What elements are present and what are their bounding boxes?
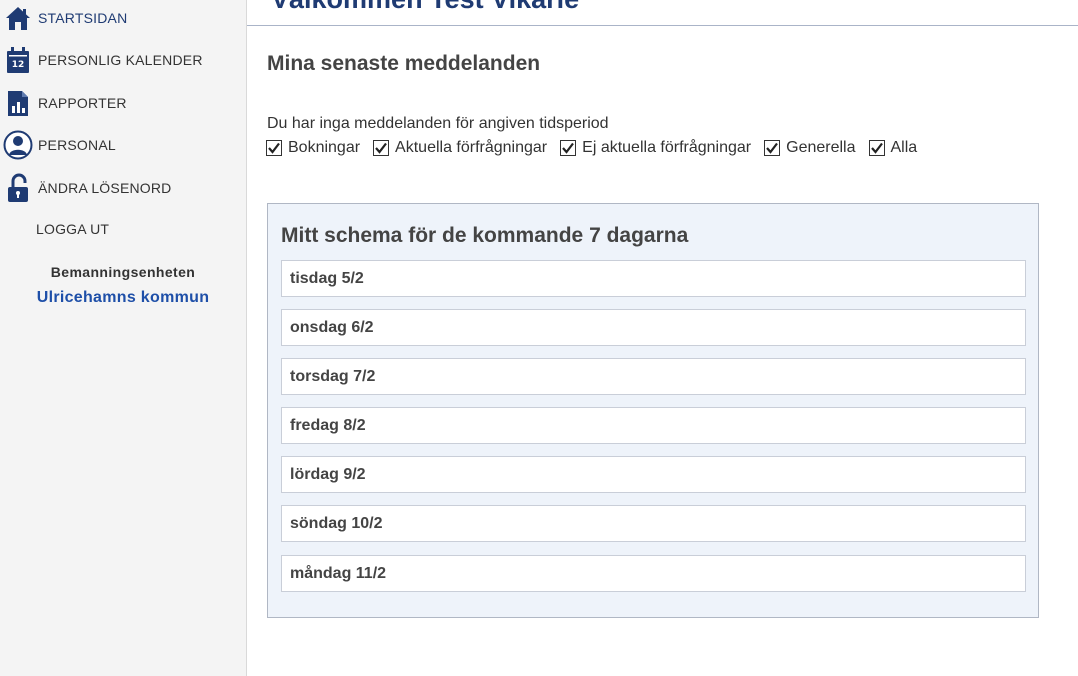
report-icon bbox=[3, 88, 33, 118]
sidebar-item-label: STARTSIDAN bbox=[38, 10, 128, 26]
sidebar-item-label: PERSONAL bbox=[38, 137, 116, 153]
calendar-icon: 12 bbox=[3, 45, 33, 75]
filter-aktuella-forfragningar[interactable]: Aktuella förfrågningar bbox=[373, 139, 547, 157]
unlock-icon bbox=[3, 173, 33, 203]
messages-title: Mina senaste meddelanden bbox=[267, 52, 541, 75]
filter-label: Generella bbox=[786, 139, 856, 156]
schedule-day-row[interactable]: tisdag 5/2 bbox=[281, 260, 1026, 297]
home-icon bbox=[3, 3, 33, 33]
org-name-link[interactable]: Ulricehamns kommun bbox=[0, 289, 246, 307]
sidebar-item-personal[interactable]: PERSONAL bbox=[0, 127, 246, 163]
day-label: söndag 10/2 bbox=[290, 515, 383, 532]
schedule-day-row[interactable]: söndag 10/2 bbox=[281, 505, 1026, 542]
checkbox-checked-icon[interactable] bbox=[266, 140, 282, 156]
filter-alla[interactable]: Alla bbox=[868, 139, 918, 157]
filter-label: Aktuella förfrågningar bbox=[395, 139, 548, 156]
day-label: tisdag 5/2 bbox=[290, 270, 364, 287]
page-title: Välkommen Test Vikarie bbox=[271, 0, 579, 15]
sidebar-item-label: LOGGA UT bbox=[36, 221, 110, 237]
app-root: STARTSIDAN 12 PERSONLIG KALENDER RAPPORT… bbox=[0, 0, 1078, 676]
sidebar-item-label: PERSONLIG KALENDER bbox=[38, 52, 203, 68]
page-header: Välkommen Test Vikarie bbox=[247, 0, 1078, 26]
sidebar-item-rapporter[interactable]: RAPPORTER bbox=[0, 85, 246, 121]
schedule-day-row[interactable]: måndag 11/2 bbox=[281, 555, 1026, 592]
sidebar: STARTSIDAN 12 PERSONLIG KALENDER RAPPORT… bbox=[0, 0, 247, 676]
schedule-panel: Mitt schema för de kommande 7 dagarna ti… bbox=[267, 203, 1039, 618]
person-icon bbox=[3, 130, 33, 160]
filter-bokningar[interactable]: Bokningar bbox=[266, 139, 360, 157]
checkbox-checked-icon[interactable] bbox=[373, 140, 390, 156]
sidebar-item-startsidan[interactable]: STARTSIDAN bbox=[0, 0, 246, 36]
checkbox-checked-icon[interactable] bbox=[868, 140, 885, 156]
message-filters: Bokningar Aktuella förfrågningar Ej aktu… bbox=[266, 137, 930, 159]
checkbox-checked-icon[interactable] bbox=[560, 140, 577, 156]
day-label: torsdag 7/2 bbox=[290, 368, 376, 385]
day-label: onsdag 6/2 bbox=[290, 319, 374, 336]
sidebar-item-label: ÄNDRA LÖSENORD bbox=[38, 180, 172, 196]
sidebar-item-andra-losenord[interactable]: ÄNDRA LÖSENORD bbox=[0, 170, 246, 206]
day-label: måndag 11/2 bbox=[290, 565, 387, 582]
day-label: lördag 9/2 bbox=[290, 466, 366, 483]
sidebar-item-logga-ut[interactable]: LOGGA UT bbox=[0, 211, 246, 247]
filter-label: Alla bbox=[890, 139, 918, 156]
filter-label: Ej aktuella förfrågningar bbox=[582, 139, 752, 156]
schedule-day-row[interactable]: torsdag 7/2 bbox=[281, 358, 1026, 395]
schedule-day-row[interactable]: fredag 8/2 bbox=[281, 407, 1026, 444]
day-label: fredag 8/2 bbox=[290, 417, 366, 434]
messages-empty-text: Du har inga meddelanden för angiven tids… bbox=[267, 115, 609, 132]
filter-label: Bokningar bbox=[288, 139, 361, 156]
sidebar-item-label: RAPPORTER bbox=[38, 95, 127, 111]
schedule-day-row[interactable]: onsdag 6/2 bbox=[281, 309, 1026, 346]
filter-generella[interactable]: Generella bbox=[764, 139, 856, 157]
schedule-title: Mitt schema för de kommande 7 dagarna bbox=[281, 224, 689, 247]
org-unit-label: Bemanningsenheten bbox=[50, 264, 196, 280]
main-content: Välkommen Test Vikarie Mina senaste medd… bbox=[247, 0, 1078, 676]
calendar-icon-number: 12 bbox=[12, 60, 25, 70]
filter-ej-aktuella-forfragningar[interactable]: Ej aktuella förfrågningar bbox=[560, 139, 751, 157]
schedule-day-row[interactable]: lördag 9/2 bbox=[281, 456, 1026, 493]
sidebar-item-personlig-kalender[interactable]: 12 PERSONLIG KALENDER bbox=[0, 42, 246, 78]
checkbox-checked-icon[interactable] bbox=[764, 140, 781, 156]
